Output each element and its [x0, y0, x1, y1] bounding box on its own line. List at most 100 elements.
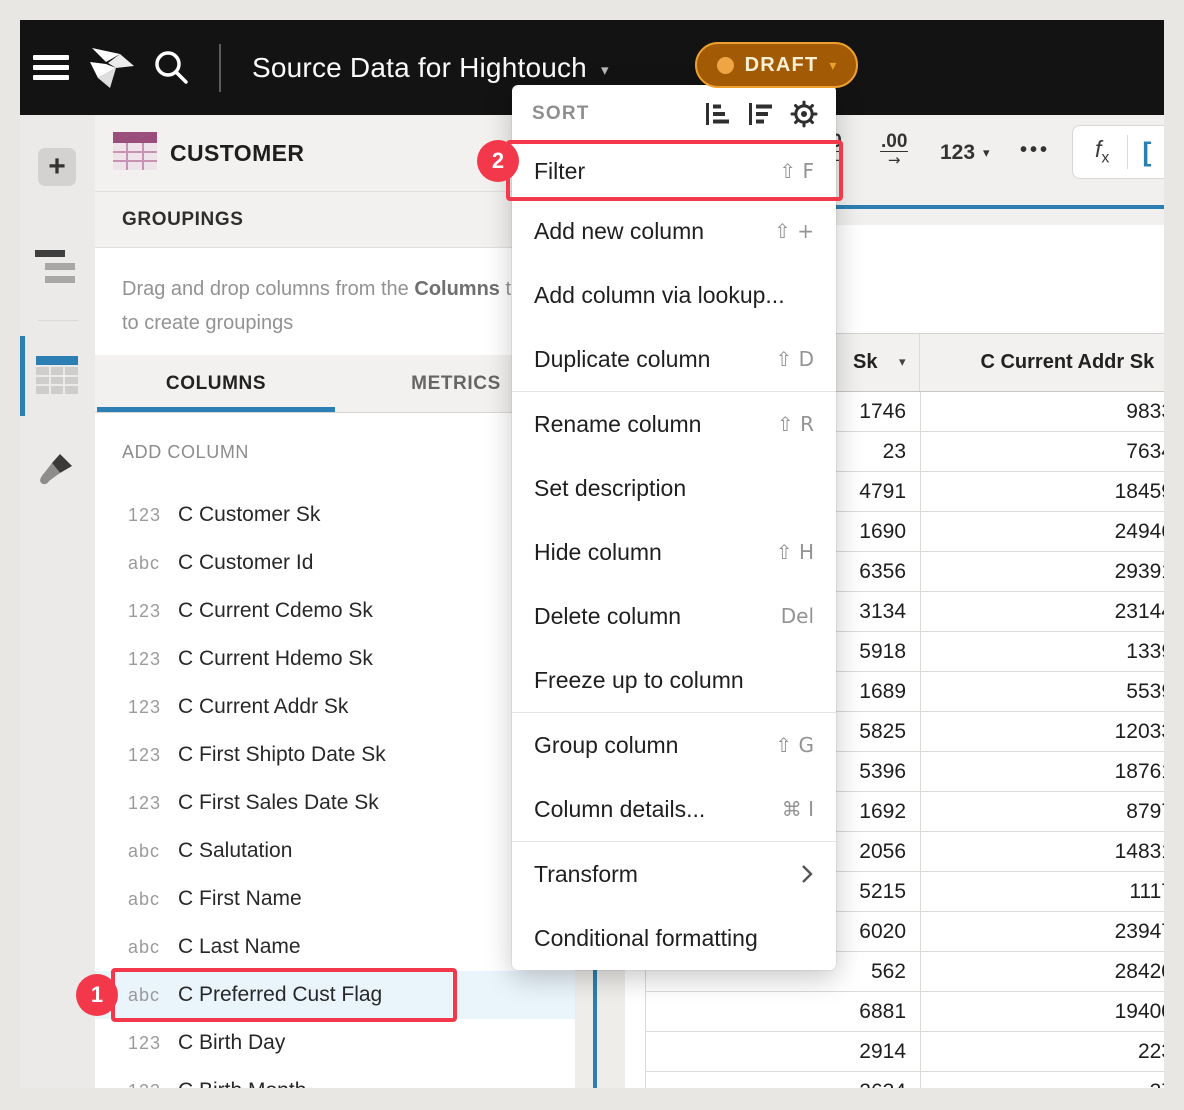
formula-bar-divider — [1127, 135, 1128, 169]
table-cell[interactable]: 14831 — [921, 832, 1164, 871]
column-list-item[interactable]: abc C Last Name — [95, 923, 575, 971]
table-cell[interactable]: 6881 — [646, 992, 921, 1031]
table-cell[interactable]: 37 — [921, 1072, 1164, 1088]
add-column-label[interactable]: ADD COLUMN — [95, 413, 575, 491]
menu-item[interactable]: Delete column Del — [512, 584, 836, 648]
groupings-drop-hint: Drag and drop columns from the Columns t… — [95, 248, 575, 355]
search-icon[interactable] — [152, 48, 192, 88]
column-list-item[interactable]: abc C Preferred Cust Flag — [95, 971, 575, 1019]
formula-fx-icon: fx — [1095, 136, 1109, 168]
column-list-item[interactable]: 123 C Current Hdemo Sk — [95, 635, 575, 683]
menu-item[interactable]: Column details... ⌘ I — [512, 777, 836, 841]
draft-status-badge[interactable]: DRAFT ▾ — [695, 42, 858, 88]
table-row[interactable]: 2634 37 — [646, 1072, 1164, 1088]
increase-decimal-label: .00 — [880, 133, 908, 152]
column-type-badge: 123 — [128, 745, 172, 766]
formula-bar[interactable]: fx [ — [1072, 125, 1164, 179]
submenu-chevron-icon — [800, 863, 814, 885]
column-list-item[interactable]: abc C Customer Id — [95, 539, 575, 587]
tab-columns[interactable]: COLUMNS — [95, 355, 337, 412]
sort-ascending-icon[interactable] — [704, 101, 730, 127]
table-cell[interactable]: 1117 — [921, 872, 1164, 911]
menu-item-label: Duplicate column — [534, 346, 710, 373]
table-cell[interactable]: 8797 — [921, 792, 1164, 831]
table-cell[interactable]: 2914 — [646, 1032, 921, 1071]
table-element-icon — [113, 132, 157, 172]
menu-item-label: Hide column — [534, 539, 662, 566]
drop-hint-bold: Columns — [414, 278, 500, 300]
left-icon-rail: + — [20, 115, 95, 1088]
column-list-item[interactable]: abc C First Name — [95, 875, 575, 923]
table-cell[interactable]: 24946 — [921, 512, 1164, 551]
format-brush-icon[interactable] — [38, 452, 74, 488]
arrow-right-icon: → — [880, 152, 908, 168]
groupings-section-header[interactable]: GROUPINGS — [95, 192, 575, 248]
menu-item[interactable]: Conditional formatting — [512, 906, 836, 970]
menu-item[interactable]: Group column ⇧ G — [512, 713, 836, 777]
table-cell[interactable]: 23947 — [921, 912, 1164, 951]
menu-item[interactable]: Transform — [512, 842, 836, 906]
column-name: C Birth Day — [178, 1031, 285, 1055]
column-type-badge: abc — [128, 841, 172, 862]
column-list-item[interactable]: 123 C First Sales Date Sk — [95, 779, 575, 827]
sort-descending-icon[interactable] — [747, 101, 773, 127]
column-list-item[interactable]: 123 C Current Cdemo Sk — [95, 587, 575, 635]
more-options-button[interactable]: ••• — [1020, 139, 1050, 162]
table-row[interactable]: 2914 223 — [646, 1032, 1164, 1072]
column-list: 123 C Customer Sk abc C Customer Id 123 … — [95, 491, 575, 1088]
grid-header-cell[interactable]: C Current Addr Sk — [920, 334, 1164, 391]
column-type-badge: 123 — [128, 793, 172, 814]
table-cell[interactable]: 23144 — [921, 592, 1164, 631]
number-format-dropdown[interactable]: 123 ▾ — [940, 141, 990, 165]
chevron-down-icon: ▾ — [983, 146, 990, 161]
column-list-item[interactable]: 123 C Birth Month — [95, 1067, 575, 1088]
table-cell[interactable]: 19400 — [921, 992, 1164, 1031]
table-row[interactable]: 6881 19400 — [646, 992, 1164, 1032]
outline-panel-icon[interactable] — [35, 248, 81, 290]
menu-item[interactable]: Add new column ⇧ + — [512, 199, 836, 263]
table-cell[interactable]: 12033 — [921, 712, 1164, 751]
document-title: Source Data for Hightouch — [252, 52, 587, 84]
columns-section: ADD COLUMN 123 C Customer Sk abc C Custo… — [95, 413, 575, 1088]
column-list-item[interactable]: 123 C Current Addr Sk — [95, 683, 575, 731]
table-cell[interactable]: 1339 — [921, 632, 1164, 671]
menu-item[interactable]: Freeze up to column — [512, 648, 836, 712]
element-title: CUSTOMER — [170, 115, 304, 192]
chevron-down-icon: ▾ — [829, 58, 836, 74]
increase-decimal-button[interactable]: .00 → — [880, 133, 908, 168]
table-cell[interactable]: 28420 — [921, 952, 1164, 991]
menu-item[interactable]: Hide column ⇧ H — [512, 520, 836, 584]
column-list-item[interactable]: abc C Salutation — [95, 827, 575, 875]
active-tab-underline — [97, 407, 335, 412]
menu-group: Transform Conditional formatting — [512, 841, 836, 970]
menu-item-label: Add new column — [534, 218, 704, 245]
column-name: C Current Cdemo Sk — [178, 599, 373, 623]
menu-item[interactable]: Duplicate column ⇧ D — [512, 327, 836, 391]
column-list-item[interactable]: 123 C First Shipto Date Sk — [95, 731, 575, 779]
table-cell[interactable]: 18761 — [921, 752, 1164, 791]
menu-item[interactable]: Add column via lookup... — [512, 263, 836, 327]
sigma-logo-icon[interactable] — [86, 44, 138, 95]
column-name: C Current Addr Sk — [178, 695, 348, 719]
menu-item-label: Freeze up to column — [534, 667, 744, 694]
menu-item[interactable]: Rename column ⇧ R — [512, 392, 836, 456]
table-cell[interactable]: 7634 — [921, 432, 1164, 471]
table-cell[interactable]: 18459 — [921, 472, 1164, 511]
table-cell[interactable]: 2634 — [646, 1072, 921, 1088]
menu-item[interactable]: Set description — [512, 456, 836, 520]
more-icon: ••• — [1020, 139, 1050, 161]
menu-item[interactable]: Filter ⇧ F — [512, 144, 836, 198]
table-cell[interactable]: 5539 — [921, 672, 1164, 711]
grid-header-label: C Current Addr Sk — [980, 351, 1154, 374]
gear-icon[interactable] — [790, 100, 818, 128]
table-cell[interactable]: 9833 — [921, 392, 1164, 431]
column-menu-caret-icon[interactable]: ▾ — [899, 355, 906, 370]
data-table-panel-icon[interactable] — [36, 356, 78, 396]
hamburger-menu-icon[interactable] — [33, 55, 69, 81]
column-list-item[interactable]: 123 C Customer Sk — [95, 491, 575, 539]
table-cell[interactable]: 223 — [921, 1032, 1164, 1071]
column-list-item[interactable]: 123 C Birth Day — [95, 1019, 575, 1067]
table-cell[interactable]: 29391 — [921, 552, 1164, 591]
tab-columns-label: COLUMNS — [166, 373, 266, 395]
add-element-button[interactable]: + — [38, 148, 76, 186]
